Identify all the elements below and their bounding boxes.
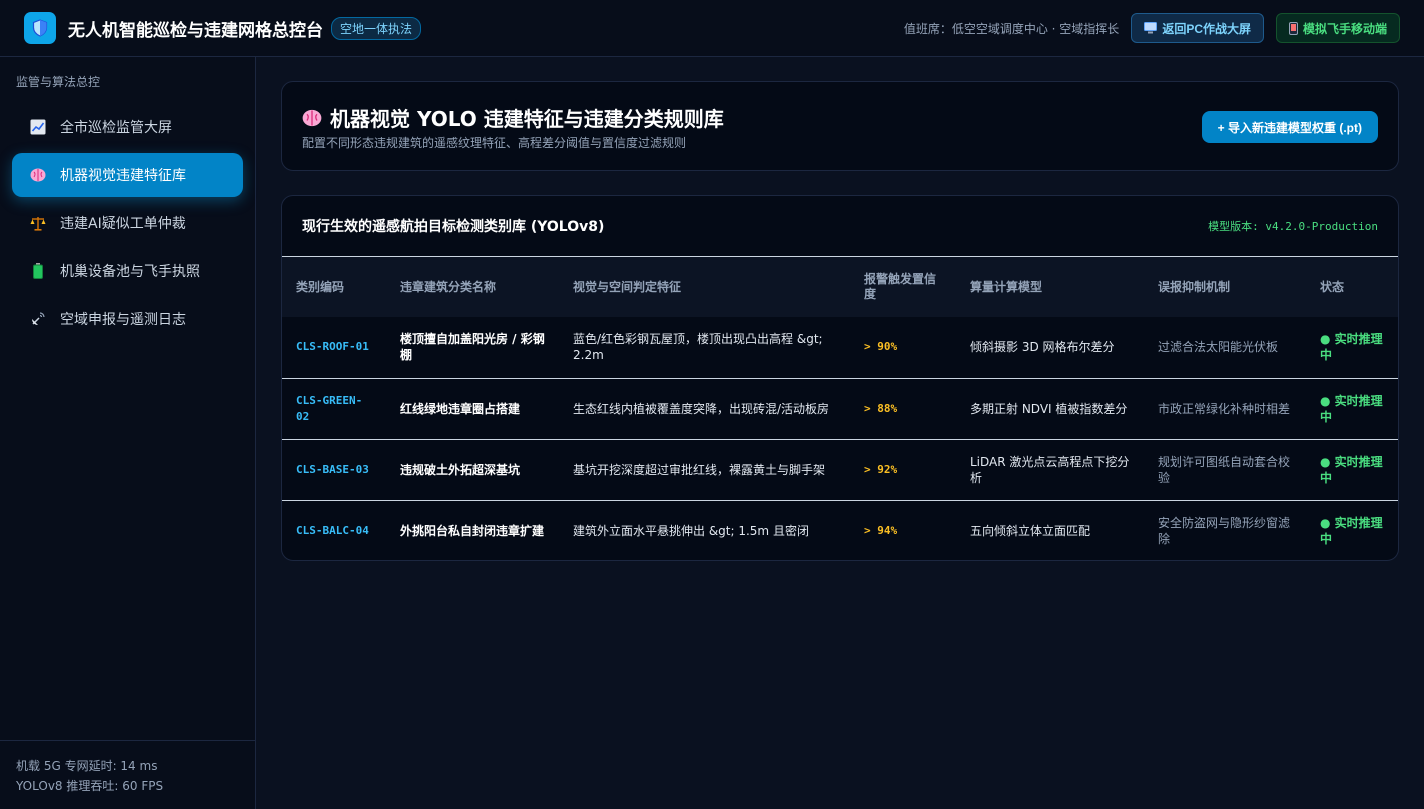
class-name: 红线绿地违章圈占搭建 — [386, 377, 559, 439]
confidence-threshold: > 88% — [850, 377, 956, 439]
hero-card: 机器视觉 YOLO 违建特征与违建分类规则库 配置不同形态违规建筑的遥感纹理特征… — [281, 81, 1399, 171]
status-badge: ● 实时推理中 — [1320, 332, 1383, 363]
panel-title: 现行生效的遥感航拍目标检测类别库 (YOLOv8) — [302, 219, 605, 235]
column-header: 误报抑制机制 — [1144, 257, 1306, 317]
confidence-threshold: > 90% — [864, 340, 898, 354]
category-table: 类别编码 违章建筑分类名称 视觉与空间判定特征 报警触发置信度 算量计算模型 误… — [282, 257, 1398, 560]
app-title: 无人机智能巡检与违建网格总控台 — [68, 20, 323, 41]
satellite-icon — [32, 312, 45, 325]
sidebar-footer: 机载 5G 专网延时: 14 ms YOLOv8 推理吞吐: 60 FPS — [0, 740, 255, 809]
mobile-sim-button[interactable]: 模拟飞手移动端 — [1275, 13, 1400, 43]
shield-icon — [32, 19, 48, 37]
mobile-sim-label: 模拟飞手移动端 — [1302, 21, 1387, 36]
battery-icon — [33, 263, 43, 279]
top-bar: 无人机智能巡检与违建网格总控台 空地一体执法 值班席：低空空域调度中心 · 空域… — [0, 0, 1424, 57]
app-logo — [24, 12, 56, 44]
return-pc-label: 返回PC作战大屏 — [1162, 21, 1251, 36]
sidebar-item-dashboard[interactable]: 全市巡检监管大屏 — [12, 105, 243, 149]
class-name: 外挑阳台私自封闭违章扩建 — [386, 499, 559, 560]
network-latency: 机载 5G 专网延时: 14 ms — [16, 759, 158, 773]
class-feature: 建筑外立面水平悬挑伸出 &gt; 1.5m 且密闭 — [559, 499, 850, 560]
sidebar-item-label: 机巢设备池与飞手执照 — [60, 264, 200, 280]
suppression-rule: 安全防盗网与隐形纱窗滤除 — [1144, 499, 1306, 560]
calc-model: 五向倾斜立体立面匹配 — [956, 499, 1144, 560]
sidebar-heading: 监管与算法总控 — [16, 75, 101, 89]
model-version: 模型版本: v4.2.0-Production — [1208, 220, 1378, 233]
brain-icon — [302, 109, 322, 126]
table-header-row: 类别编码 违章建筑分类名称 视觉与空间判定特征 报警触发置信度 算量计算模型 误… — [282, 257, 1398, 317]
return-pc-button[interactable]: 返回PC作战大屏 — [1131, 13, 1264, 43]
class-code: CLS-ROOF-01 — [296, 340, 369, 354]
import-model-button[interactable]: + 导入新违建模型权重 (.pt) — [1201, 111, 1378, 143]
monitor-icon — [1144, 22, 1158, 34]
class-name: 楼顶擅自加盖阳光房 / 彩钢棚 — [400, 332, 545, 363]
table-row: CLS-BASE-03 违规破土外拓超深基坑 基坑开挖深度超过审批红线，裸露黄土… — [282, 438, 1398, 500]
app-badge: 空地一体执法 — [331, 16, 422, 40]
sidebar-item-label: 全市巡检监管大屏 — [60, 120, 172, 136]
table-row: CLS-BALC-04 外挑阳台私自封闭违章扩建 建筑外立面水平悬挑伸出 &gt… — [282, 499, 1398, 560]
sidebar: 监管与算法总控 全市巡检监管大屏 机器视觉违建特征库 违建AI疑似工单仲裁 机巢… — [0, 57, 256, 809]
panel-header: 现行生效的遥感航拍目标检测类别库 (YOLOv8) 模型版本: v4.2.0-P… — [282, 196, 1398, 257]
sidebar-item-arbitration[interactable]: 违建AI疑似工单仲裁 — [12, 201, 243, 245]
class-code: CLS-BASE-03 — [282, 438, 386, 500]
table-row: CLS-GREEN-02 红线绿地违章圈占搭建 生态红线内植被覆盖度突降，出现砖… — [282, 377, 1398, 439]
inference-fps: YOLOv8 推理吞吐: 60 FPS — [16, 779, 164, 793]
scales-icon — [30, 216, 46, 231]
category-panel: 现行生效的遥感航拍目标检测类别库 (YOLOv8) 模型版本: v4.2.0-P… — [281, 195, 1399, 561]
status-badge: ● 实时推理中 — [1306, 377, 1398, 439]
column-header: 视觉与空间判定特征 — [559, 257, 850, 317]
main-content: 机器视觉 YOLO 违建特征与违建分类规则库 配置不同形态违规建筑的遥感纹理特征… — [256, 57, 1424, 809]
table-row: CLS-ROOF-01 楼顶擅自加盖阳光房 / 彩钢棚 蓝色/红色彩钢瓦屋顶，楼… — [282, 317, 1398, 378]
column-header: 报警触发置信度 — [850, 257, 956, 317]
column-header: 算量计算模型 — [956, 257, 1144, 317]
calc-model: LiDAR 激光点云高程点下挖分析 — [956, 438, 1144, 500]
calc-model: 多期正射 NDVI 植被指数差分 — [956, 377, 1144, 439]
column-header: 状态 — [1306, 257, 1398, 317]
class-code: CLS-BALC-04 — [282, 499, 386, 560]
suppression-rule: 规划许可图纸自动套合校验 — [1144, 438, 1306, 500]
class-name: 违规破土外拓超深基坑 — [386, 438, 559, 500]
confidence-threshold: > 92% — [850, 438, 956, 500]
duty-info: 值班席：低空空域调度中心 · 空域指挥长 — [903, 21, 1120, 36]
calc-model: 倾斜摄影 3D 网格布尔差分 — [970, 340, 1115, 355]
sidebar-item-airspace-log[interactable]: 空域申报与遥测日志 — [12, 297, 243, 341]
status-badge: ● 实时推理中 — [1306, 499, 1398, 560]
class-feature: 生态红线内植被覆盖度突降，出现砖混/活动板房 — [559, 377, 850, 439]
sidebar-item-label: 空域申报与遥测日志 — [60, 312, 186, 328]
column-header: 违章建筑分类名称 — [386, 257, 559, 317]
brain-icon — [30, 168, 46, 182]
class-feature: 基坑开挖深度超过审批红线，裸露黄土与脚手架 — [559, 438, 850, 500]
page-subtitle: 配置不同形态违规建筑的遥感纹理特征、高程差分阈值与置信度过滤规则 — [302, 136, 687, 150]
sidebar-item-label: 机器视觉违建特征库 — [60, 168, 186, 184]
mobile-icon — [1288, 21, 1298, 35]
confidence-threshold: > 94% — [850, 499, 956, 560]
chart-icon — [30, 119, 46, 135]
status-badge: ● 实时推理中 — [1306, 438, 1398, 500]
page-title-text: 机器视觉 YOLO 违建特征与违建分类规则库 — [330, 107, 724, 131]
class-code: CLS-GREEN-02 — [282, 377, 386, 439]
sidebar-item-label: 违建AI疑似工单仲裁 — [60, 216, 186, 232]
suppression-rule: 过滤合法太阳能光伏板 — [1158, 340, 1279, 355]
column-header: 类别编码 — [282, 257, 386, 317]
class-feature: 蓝色/红色彩钢瓦屋顶，楼顶出现凸出高程 &gt; 2.2m — [573, 332, 823, 363]
page-title: 机器视觉 YOLO 违建特征与违建分类规则库 — [302, 103, 724, 132]
sidebar-item-devices[interactable]: 机巢设备池与飞手执照 — [12, 249, 243, 293]
suppression-rule: 市政正常绿化补种时相差 — [1144, 377, 1306, 439]
sidebar-item-vision-library[interactable]: 机器视觉违建特征库 — [12, 153, 243, 197]
